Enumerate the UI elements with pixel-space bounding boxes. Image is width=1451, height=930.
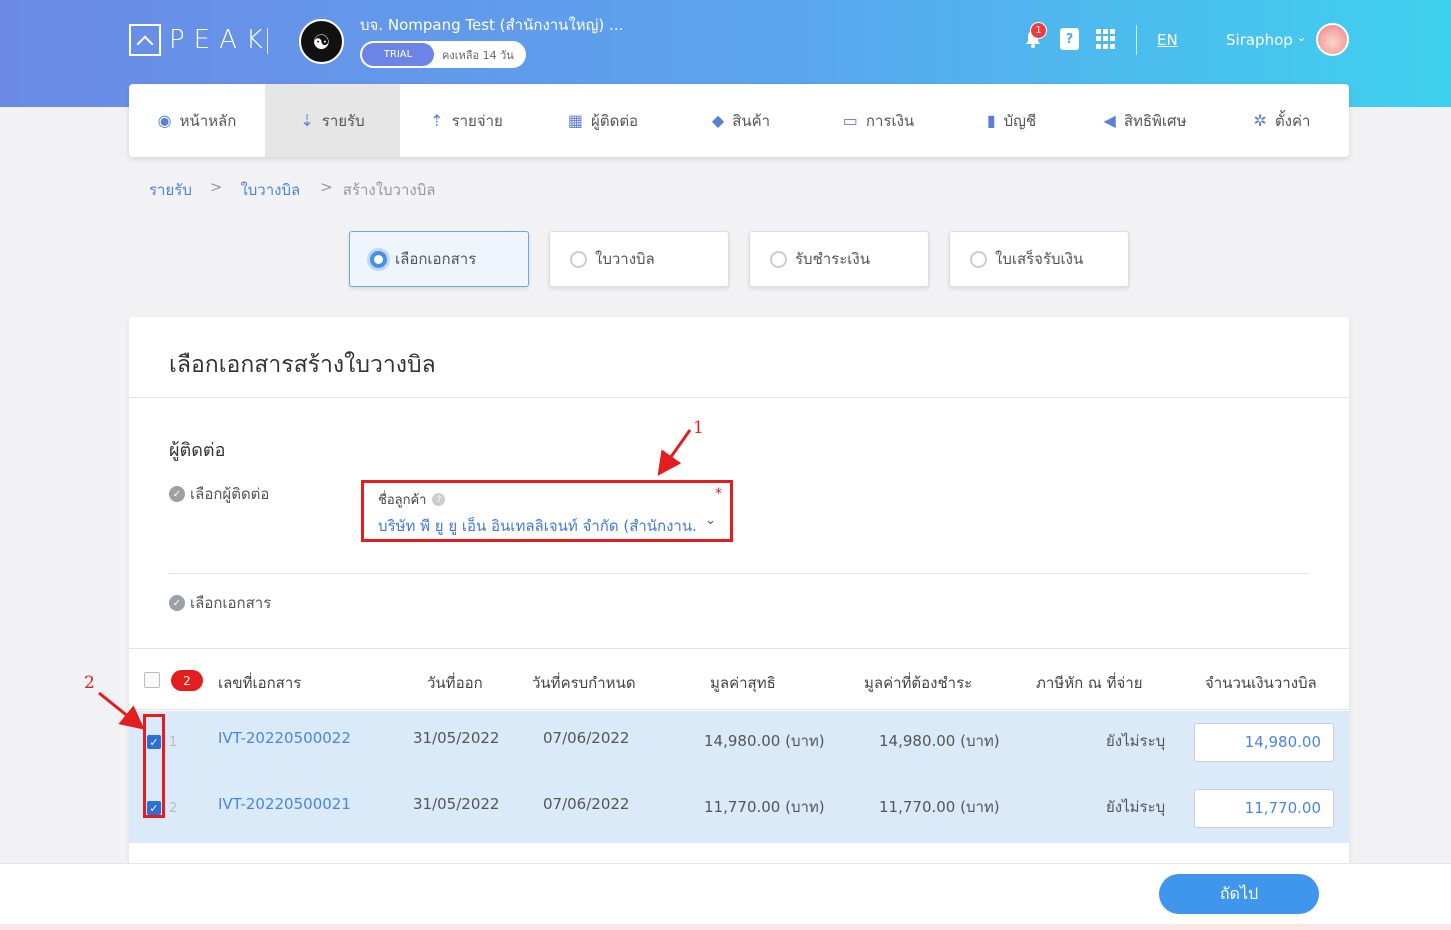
- annotation-arrow-2: [98, 691, 145, 730]
- footer-strip: [0, 924, 1451, 930]
- footer-bar: ถัดไป: [0, 863, 1451, 930]
- annotation-arrow-1: [657, 429, 692, 476]
- next-button[interactable]: ถัดไป: [1159, 874, 1319, 914]
- annotation-arrows: [98, 429, 692, 730]
